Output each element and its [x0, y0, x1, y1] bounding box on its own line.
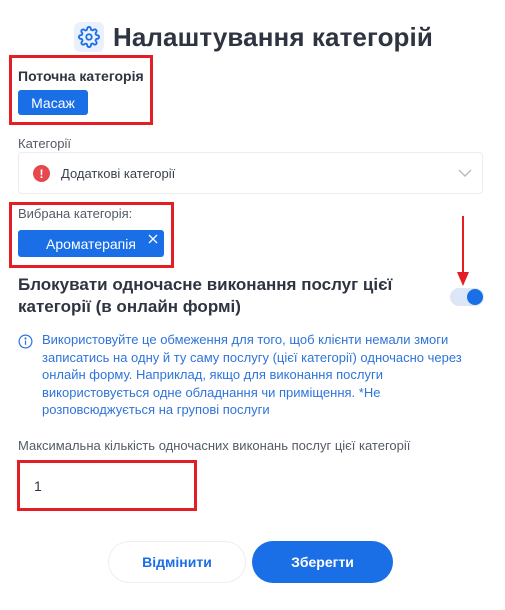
current-category-label: Поточна категорія — [18, 68, 144, 84]
categories-label: Категорії — [18, 136, 71, 151]
block-concurrent-title: Блокувати одночасне виконання послуг ціє… — [18, 275, 393, 316]
chosen-category-tag-label: Ароматерапія — [46, 235, 136, 252]
save-button[interactable]: Зберегти — [252, 541, 393, 583]
gear-icon — [74, 22, 104, 52]
warning-icon: ! — [33, 165, 50, 182]
current-category-chip: Масаж — [18, 90, 88, 115]
cancel-button[interactable]: Відмінити — [108, 541, 246, 583]
close-icon[interactable] — [148, 234, 158, 244]
info-text: Використовуйте це обмеження для того, що… — [42, 332, 462, 417]
page-header: Налаштування категорій — [0, 20, 505, 56]
toggle-knob — [467, 289, 483, 305]
chosen-category-tag[interactable]: Ароматерапія — [18, 230, 164, 257]
chosen-category-label: Вибрана категорія: — [18, 206, 133, 221]
categories-select[interactable]: ! Додаткові категорії — [18, 152, 483, 194]
page-title: Налаштування категорій — [113, 22, 433, 52]
info-icon — [18, 334, 33, 349]
max-concurrent-input[interactable] — [20, 464, 195, 508]
chevron-down-icon — [458, 169, 472, 177]
max-concurrent-label: Максимальна кількість одночасних виконан… — [18, 438, 411, 453]
annotation-arrow — [457, 216, 469, 286]
block-concurrent-toggle[interactable] — [450, 288, 484, 306]
categories-select-value: Додаткові категорії — [61, 166, 176, 181]
